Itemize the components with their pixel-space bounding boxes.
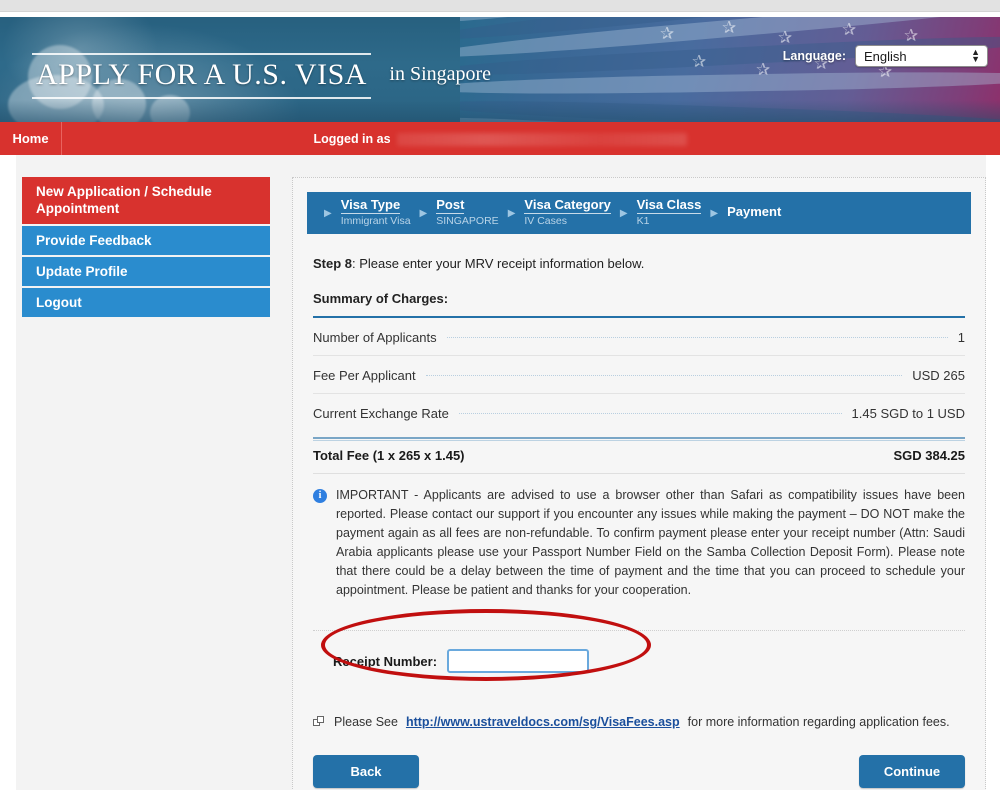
breadcrumb-step-payment: Payment [727,204,781,223]
dot-leader [425,375,903,376]
important-notice: i IMPORTANT - Applicants are advised to … [313,486,965,600]
flag-star-icon: ✰ [692,52,707,71]
page-gutter-left [0,155,16,790]
breadcrumb-step-visa-category[interactable]: Visa Category IV Cases [524,197,611,230]
total-fee-value: SGD 384.25 [893,448,965,463]
site-banner: ✰ ✰ ✰ ✰ ✰ ✰ ✰ ✰ ✰ ✰ APPLY FOR A U.S. VIS… [0,17,1000,122]
banner-bottom-shade [0,100,1000,122]
table-row: Number of Applicants 1 [313,318,965,356]
language-selected-value: English [864,48,907,64]
visa-fees-link-row: Please See http://www.ustraveldocs.com/s… [313,709,965,729]
chevron-right-icon: ▶ [507,207,516,219]
site-title-main: APPLY FOR A U.S. VISA [32,53,371,99]
sidebar-item-label: New Application / Schedule Appointment [36,184,212,217]
charge-label: Fee Per Applicant [313,368,416,383]
receipt-number-section: Receipt Number: [313,609,965,693]
breadcrumb-step-value: Immigrant Visa [340,215,411,228]
link-prefix-text: Please See [334,715,398,729]
chevron-right-icon: ▶ [324,207,332,219]
receipt-number-row: Receipt Number: [313,649,965,673]
summary-of-charges-heading: Summary of Charges: [313,291,449,306]
flag-star-icon: ✰ [756,60,771,79]
chevron-right-icon: ▶ [419,207,428,219]
step-number-label: Step 8 [313,256,353,271]
external-link-icon [313,716,326,728]
charge-label: Current Exchange Rate [313,406,449,421]
receipt-number-label: Receipt Number: [333,653,438,669]
breadcrumb-step-title: Visa Category [524,197,611,215]
breadcrumb-step-title: Visa Type [340,197,401,215]
breadcrumb-step-value: SINGAPORE [436,215,499,228]
flag-star-icon: ✰ [842,20,857,39]
sidebar-item-new-application[interactable]: New Application / Schedule Appointment [22,177,270,224]
site-title-location: in Singapore [389,63,492,85]
total-fee-row: Total Fee (1 x 265 x 1.45) SGD 384.25 [313,448,965,474]
sidebar-item-logout[interactable]: Logout [22,288,270,318]
chevron-right-icon: ▶ [619,207,628,219]
important-notice-text: IMPORTANT - Applicants are advised to us… [336,488,965,597]
charge-value: 1.45 SGD to 1 USD [851,406,965,421]
back-button[interactable]: Back [313,755,419,788]
breadcrumb-step-title: Visa Class [636,197,702,215]
table-row: Fee Per Applicant USD 265 [313,356,965,394]
sidebar-item-label: Provide Feedback [36,232,152,248]
sidebar-item-label: Logout [36,295,82,311]
main-navbar: Home Logged in as [0,122,1000,155]
language-label: Language: [782,49,846,63]
sidebar-item-update-profile[interactable]: Update Profile [22,256,270,287]
step-instruction: Step 8: Please enter your MRV receipt in… [313,256,971,271]
flag-star-icon: ✰ [904,26,919,45]
charge-value: USD 265 [912,368,965,383]
step-instruction-text: : Please enter your MRV receipt informat… [352,256,645,271]
dot-leader [458,413,842,414]
breadcrumb-step-title: Post [436,197,465,215]
page-body: New Application / Schedule Appointment P… [0,155,1000,790]
link-suffix-text: for more information regarding applicati… [687,715,950,729]
dot-leader [446,337,948,338]
breadcrumb-step-visa-class[interactable]: Visa Class K1 [636,197,702,230]
total-divider [313,437,965,441]
flag-star-icon: ✰ [778,28,793,47]
breadcrumb-step-visa-type[interactable]: Visa Type Immigrant Visa [340,197,411,230]
breadcrumb-step-value: IV Cases [524,215,567,228]
chevron-updown-icon: ▲ ▼ [971,47,980,64]
charge-label: Number of Applicants [313,330,437,345]
language-dropdown[interactable]: English ▲ ▼ [855,45,988,67]
browser-chrome-strip [0,0,1000,12]
continue-button[interactable]: Continue [859,755,965,788]
flag-star-icon: ✰ [660,24,675,43]
receipt-number-input[interactable] [447,649,590,673]
logged-in-username-redacted [396,133,687,146]
sidebar-item-label: Update Profile [36,263,128,279]
charges-table: Number of Applicants 1 Fee Per Applicant… [313,318,965,431]
logged-in-label: Logged in as [313,131,391,146]
total-fee-label: Total Fee (1 x 265 x 1.45) [313,448,465,463]
table-row: Current Exchange Rate 1.45 SGD to 1 USD [313,394,965,431]
breadcrumb-step-title: Payment [727,203,782,219]
chevron-right-icon: ▶ [710,207,719,219]
breadcrumb: ▶ Visa Type Immigrant Visa ▶ Post SINGAP… [307,192,971,234]
sidebar-item-provide-feedback[interactable]: Provide Feedback [22,225,270,255]
visa-fees-link[interactable]: http://www.ustraveldocs.com/sg/VisaFees.… [406,715,680,729]
breadcrumb-step-value: K1 [636,215,650,228]
info-icon: i [313,489,327,503]
content-panel: ▶ Visa Type Immigrant Visa ▶ Post SINGAP… [292,177,986,790]
form-actions: Back Continue [313,755,965,788]
breadcrumb-step-post[interactable]: Post SINGAPORE [436,197,499,230]
logged-in-status: Logged in as [0,132,1000,146]
charge-value: 1 [957,330,965,345]
page-gutter-right [986,155,1000,790]
flag-star-icon: ✰ [722,18,737,37]
sidebar-menu: New Application / Schedule Appointment P… [22,177,270,790]
language-selector[interactable]: Language: English ▲ ▼ [783,45,988,67]
site-title: APPLY FOR A U.S. VISA in Singapore [32,53,491,99]
